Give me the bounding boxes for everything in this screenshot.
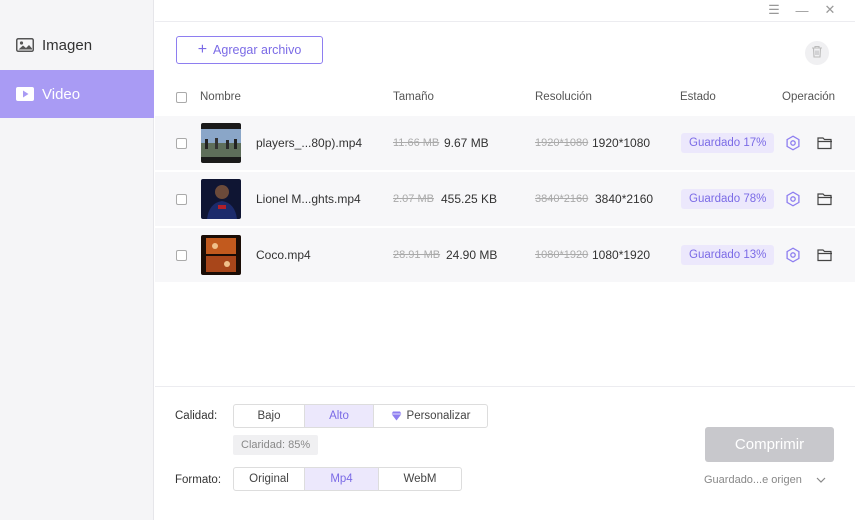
format-option-webm[interactable]: WebM [379, 468, 461, 490]
trash-icon [811, 45, 823, 61]
header-name: Nombre [200, 91, 241, 103]
quality-option-alto[interactable]: Alto [305, 405, 374, 427]
sidebar-item-label: Video [42, 85, 81, 103]
output-resolution: 1920*1080 [592, 136, 651, 150]
original-size: 11.66 MB [393, 137, 440, 149]
save-location-label: Guardado...e origen [704, 474, 802, 486]
folder-icon[interactable] [816, 190, 834, 208]
format-label: Formato: [175, 474, 222, 486]
quality-label: Calidad: [175, 410, 218, 422]
save-location-dropdown[interactable]: Guardado...e origen [704, 474, 826, 486]
menu-icon[interactable]: ☰ [767, 2, 781, 18]
table-row: Coco.mp4 28.91 MB 24.90 MB 1080*1920 108… [155, 228, 855, 282]
table-row: Lionel M...ghts.mp4 2.07 MB 455.25 KB 38… [155, 172, 855, 226]
file-name: Lionel M...ghts.mp4 [256, 192, 361, 206]
sidebar-item-video[interactable]: Video [0, 70, 154, 118]
original-size: 28.91 MB [393, 249, 441, 261]
video-icon [16, 87, 34, 101]
status-badge: Guardado 13% [681, 245, 775, 265]
sidebar-item-label: Imagen [42, 36, 93, 54]
sidebar-item-imagen[interactable]: Imagen [0, 21, 154, 69]
row-checkbox[interactable] [176, 250, 187, 261]
compressed-size: 24.90 MB [446, 248, 498, 262]
header-resolution: Resolución [535, 91, 592, 103]
original-resolution: 1920*1080 [535, 137, 589, 149]
delete-all-button[interactable] [805, 41, 829, 65]
chevron-down-icon [816, 475, 826, 486]
video-thumbnail [201, 123, 241, 163]
video-thumbnail [201, 179, 241, 219]
file-name: Coco.mp4 [256, 248, 311, 262]
table-header: Nombre Tamaño Resolución Estado Operació… [155, 82, 855, 112]
select-all-checkbox[interactable] [176, 92, 187, 103]
status-badge: Guardado 17% [681, 133, 775, 153]
quality-selector: Bajo Alto Personalizar [233, 404, 488, 428]
compressed-size: 455.25 KB [441, 192, 498, 206]
quality-option-personalizar[interactable]: Personalizar [374, 405, 487, 427]
original-resolution: 3840*2160 [535, 193, 589, 205]
title-divider [155, 21, 855, 22]
row-checkbox[interactable] [176, 138, 187, 149]
minimize-icon[interactable]: — [795, 2, 809, 18]
sidebar: Imagen Video [0, 0, 154, 520]
plus-icon: + [197, 41, 208, 58]
settings-icon[interactable] [784, 134, 802, 152]
add-file-button[interactable]: + Agregar archivo [176, 36, 323, 64]
original-resolution: 1080*1920 [535, 249, 589, 261]
format-option-mp4[interactable]: Mp4 [305, 468, 379, 490]
output-resolution: 1080*1920 [592, 248, 651, 262]
window-controls: ☰ — ✕ [767, 2, 837, 18]
folder-icon[interactable] [816, 246, 834, 264]
add-file-label: Agregar archivo [213, 43, 302, 57]
table-row: players_...80p).mp4 11.66 MB 9.67 MB 192… [155, 116, 855, 170]
header-operation: Operación [782, 91, 836, 103]
status-badge: Guardado 78% [681, 189, 775, 209]
compress-button[interactable]: Comprimir [705, 427, 834, 462]
output-resolution: 3840*2160 [595, 192, 654, 206]
personalizar-label: Personalizar [406, 410, 471, 422]
clarity-value: Claridad: 85% [233, 435, 319, 455]
settings-icon[interactable] [784, 190, 802, 208]
settings-icon[interactable] [784, 246, 802, 264]
original-size: 2.07 MB [393, 193, 434, 205]
video-thumbnail [201, 235, 241, 275]
file-name: players_...80p).mp4 [256, 136, 363, 150]
image-icon [16, 38, 34, 52]
format-option-original[interactable]: Original [234, 468, 305, 490]
row-checkbox[interactable] [176, 194, 187, 205]
format-selector: Original Mp4 WebM [233, 467, 462, 491]
header-size: Tamaño [393, 91, 434, 103]
compressed-size: 9.67 MB [444, 136, 489, 150]
folder-icon[interactable] [816, 134, 834, 152]
close-icon[interactable]: ✕ [823, 2, 837, 18]
quality-option-bajo[interactable]: Bajo [234, 405, 305, 427]
header-status: Estado [680, 91, 716, 103]
settings-divider [155, 386, 855, 387]
diamond-icon [391, 411, 402, 421]
